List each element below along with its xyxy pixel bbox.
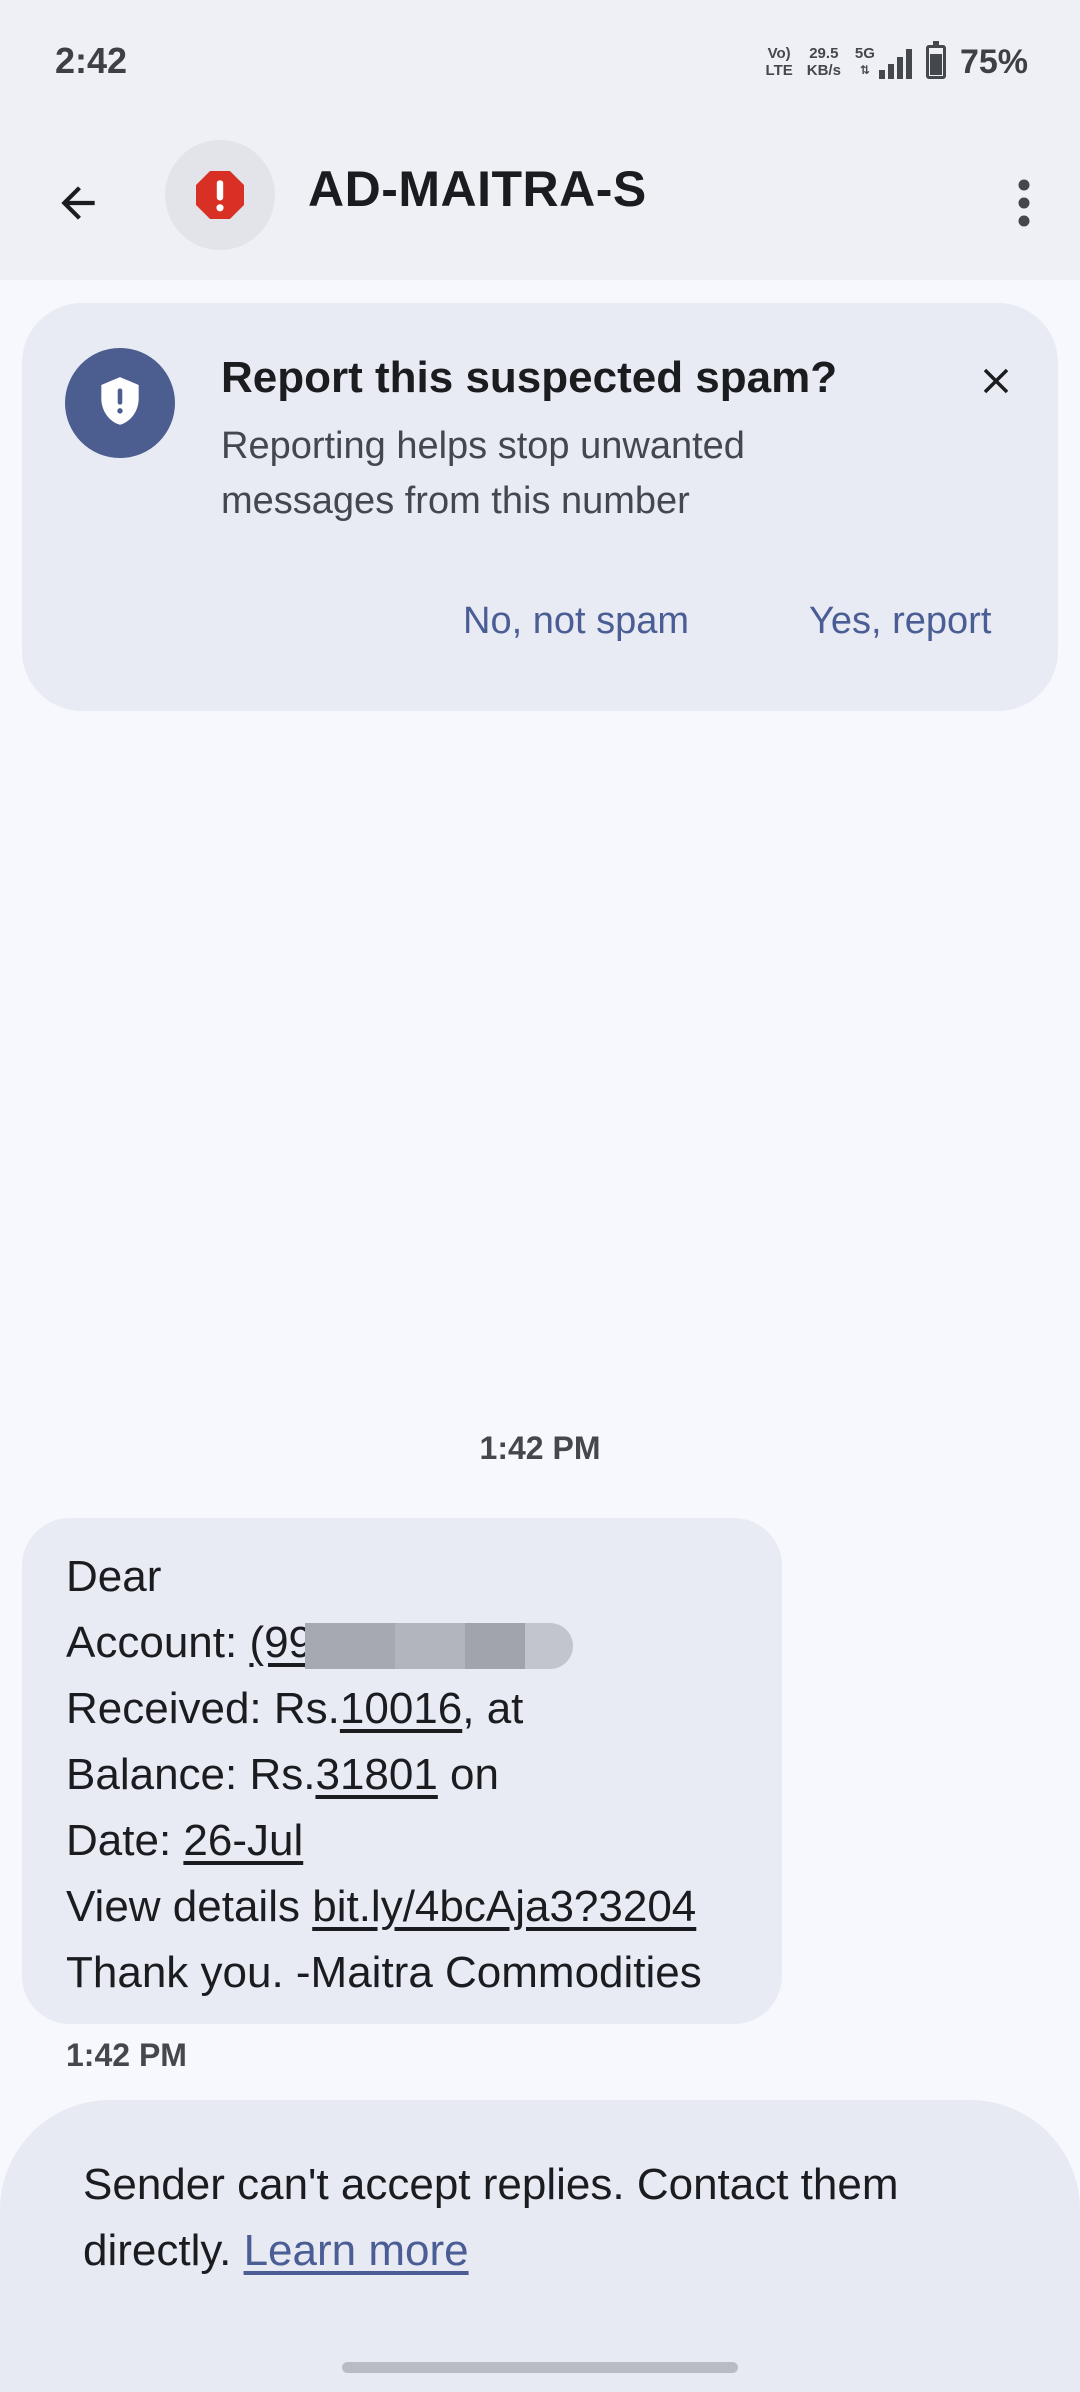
reply-disabled-notice: Sender can't accept replies. Contact the… (0, 2100, 1080, 2392)
account-label: Account: (66, 1618, 250, 1667)
back-button[interactable] (38, 163, 118, 243)
message-line-greeting: Dear (66, 1552, 162, 1601)
dismiss-spam-card-button[interactable] (966, 351, 1026, 411)
more-vertical-icon (1018, 179, 1030, 227)
app-bar: AD-MAITRA-S (0, 130, 1080, 280)
spam-card-title: Report this suspected spam? (221, 353, 838, 402)
volte-top-label: Vo) (767, 45, 791, 62)
message-line-account: Account: (99 (66, 1610, 738, 1676)
notice-text: Sender can't accept replies. Contact the… (83, 2152, 1013, 2284)
shield-badge (65, 348, 175, 458)
network-type: 5G ⇅ (855, 45, 875, 79)
received-suffix: , at (462, 1684, 524, 1733)
battery-fill (929, 54, 942, 75)
network-speed: 29.5 KB/s (807, 45, 841, 79)
message-line-closing: Thank you. -Maitra Commodities (66, 1948, 702, 1997)
gesture-nav-bar[interactable] (342, 2362, 738, 2373)
notice-message: Sender can't accept replies. Contact the… (83, 2160, 899, 2275)
received-amount-link[interactable]: 10016 (340, 1684, 462, 1733)
volte-bottom-label: LTE (765, 62, 793, 79)
speed-value: 29.5 (809, 45, 839, 62)
data-arrows-icon: ⇅ (859, 63, 870, 77)
balance-amount-link[interactable]: 31801 (315, 1750, 437, 1799)
not-spam-button[interactable]: No, not spam (463, 600, 689, 643)
balance-label: Balance: Rs. (66, 1750, 316, 1799)
shield-alert-icon (101, 377, 139, 425)
message-line-view-details: View details bit.ly/4bcAja3?3204 (66, 1874, 738, 1940)
messages-app: 2:42 Vo) LTE 29.5 KB/s 5G ⇅ 75% AD-MAITR… (0, 0, 1080, 2392)
spam-alert-icon (196, 171, 244, 219)
balance-suffix: on (437, 1750, 499, 1799)
message-bubble[interactable]: Dear Account: (99 Received: Rs.10016, at… (22, 1518, 782, 2024)
arrow-left-icon (61, 186, 95, 220)
view-details-label: View details (66, 1882, 313, 1931)
message-line-balance: Balance: Rs.31801 on (66, 1742, 738, 1808)
message-timestamp: 1:42 PM (66, 2037, 187, 2073)
status-time: 2:42 (55, 40, 128, 81)
conversation-timestamp: 1:42 PM (479, 1430, 601, 1466)
date-link[interactable]: 26-Jul (183, 1816, 303, 1865)
status-icons: Vo) LTE 29.5 KB/s 5G ⇅ 75% (766, 40, 1028, 84)
redacted-area (305, 1619, 575, 1671)
speed-unit: KB/s (806, 62, 841, 79)
account-number-link[interactable]: (99 (249, 1618, 313, 1667)
date-label: Date: (66, 1816, 184, 1865)
details-url-link[interactable]: bit.ly/4bcAja3?3204 (312, 1882, 696, 1931)
report-spam-button[interactable]: Yes, report (809, 600, 991, 643)
spam-report-card: Report this suspected spam? Reporting he… (22, 303, 1058, 711)
learn-more-link[interactable]: Learn more (244, 2226, 469, 2275)
battery-percent: 75% (959, 42, 1028, 81)
close-icon (983, 368, 1009, 394)
conversation-title: AD-MAITRA-S (308, 161, 647, 217)
status-bar: 2:42 Vo) LTE 29.5 KB/s 5G ⇅ 75% (0, 0, 1080, 130)
signal-indicator: 5G ⇅ (855, 45, 912, 79)
network-type-label: 5G (854, 45, 875, 62)
message-line-received: Received: Rs.10016, at (66, 1676, 738, 1742)
battery-icon (925, 41, 946, 79)
sender-avatar[interactable] (165, 140, 275, 250)
spam-card-body: Reporting helps stop unwanted messages f… (221, 425, 745, 522)
received-label: Received: Rs. (66, 1684, 340, 1733)
message-line-date: Date: 26-Jul (66, 1808, 738, 1874)
volte-indicator: Vo) LTE (766, 45, 793, 79)
signal-bars-icon (878, 49, 912, 79)
more-options-button[interactable] (992, 163, 1056, 243)
